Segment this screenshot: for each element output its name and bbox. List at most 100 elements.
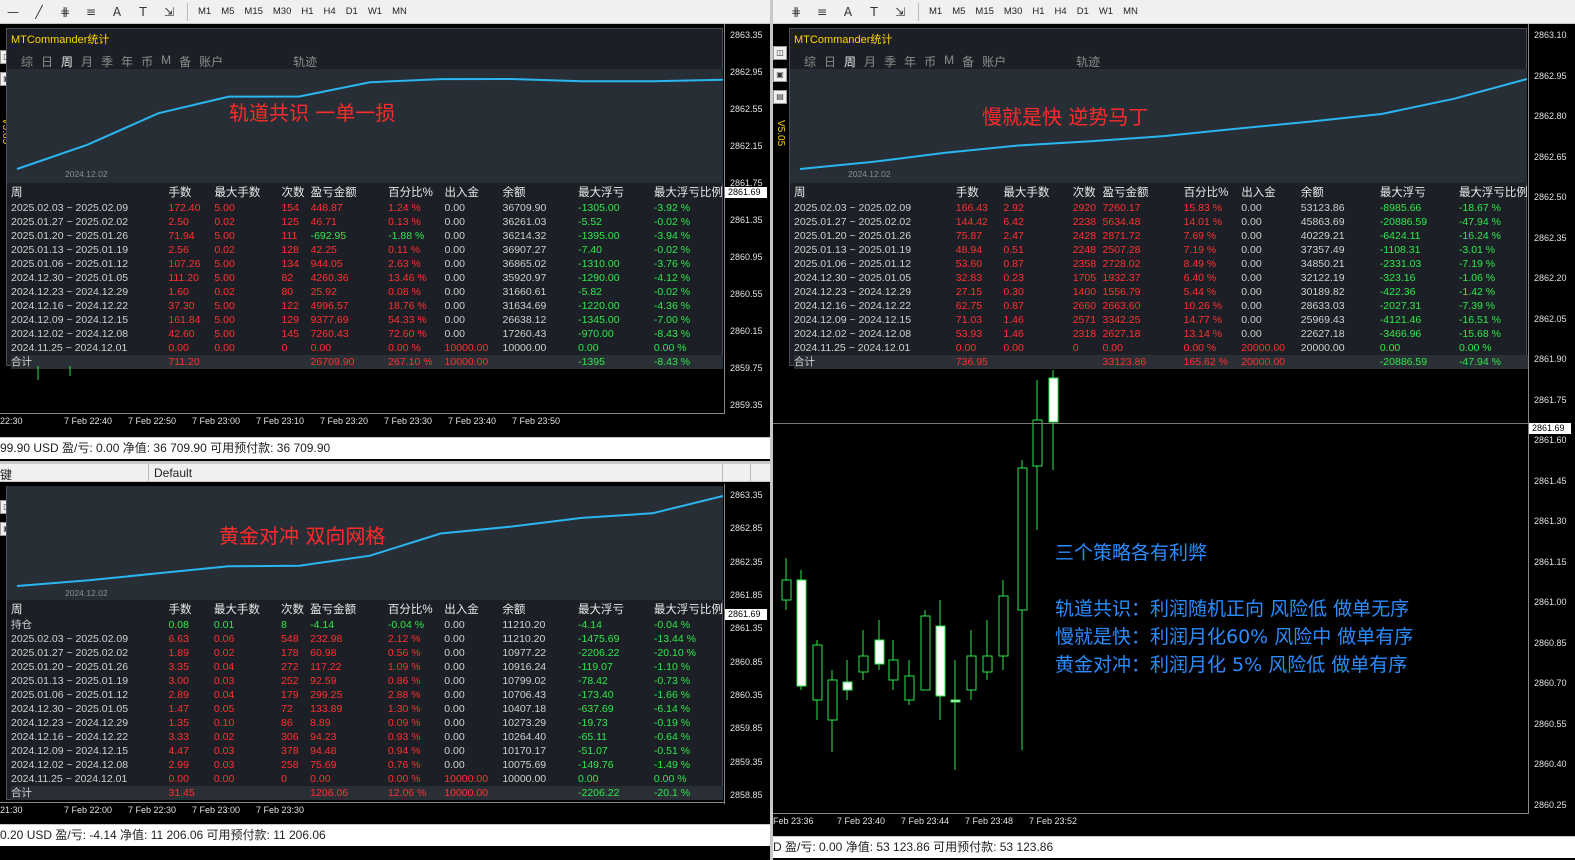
stats-row: 2025.01.06 ~ 2025.01.12 107.26 5.00 134 944.… <box>11 257 723 271</box>
timeframe-m30[interactable]: M30 <box>999 6 1027 17</box>
stats-cell: 36709.90 <box>502 202 547 214</box>
timeframe-h4[interactable]: H4 <box>319 6 341 17</box>
stats-cell: 25969.43 <box>1300 314 1345 326</box>
stats-cell: 13.46 % <box>388 272 427 284</box>
line-tool-icon[interactable]: — <box>2 2 24 22</box>
header-default[interactable]: Default <box>154 466 192 480</box>
stats-tab[interactable]: 账户 <box>199 53 223 70</box>
timeframe-m30[interactable]: M30 <box>268 6 296 17</box>
stats-cell: -51.07 <box>578 745 608 757</box>
stats-tab[interactable]: 币 <box>924 53 936 70</box>
stats-tab[interactable]: 币 <box>141 53 153 70</box>
stats-cell: 8.89 <box>310 717 331 729</box>
price-label: 2860.55 <box>1534 718 1567 729</box>
stats-tab[interactable]: 年 <box>121 53 133 70</box>
stats-cell: 25.92 <box>310 286 337 298</box>
stats-cell: 22627.18 <box>1300 328 1345 340</box>
side-tool-icon[interactable]: ▤ <box>773 90 787 104</box>
timeframe-mn[interactable]: MN <box>387 6 412 17</box>
fibonacci-icon[interactable]: ⋕ <box>785 2 807 22</box>
stats-cell: 82 <box>281 272 294 284</box>
fibonacci-icon[interactable]: ⋕ <box>54 2 76 22</box>
stats-tab[interactable]: 备 <box>179 53 191 70</box>
stats-table: 周 手数 最大手数 次数 盈亏金额 百分比% 出入金 余额 最大浮亏 最大浮亏比例 2025.02.… <box>11 185 723 369</box>
stats-tab[interactable]: 季 <box>884 53 896 70</box>
stats-cell: -4.12 % <box>653 272 691 284</box>
stats-cell: -18.67 % <box>1458 202 1501 214</box>
strategy-title: 慢就是快 逆势马丁 <box>982 105 1149 129</box>
note-line-martin: 慢就是快：利润月化60% 风险中 做单有序 <box>1055 626 1414 648</box>
timeframe-w1[interactable]: W1 <box>363 6 387 17</box>
stats-tab[interactable]: M <box>161 53 171 70</box>
stats-tab-track[interactable]: 轨迹 <box>1076 53 1100 70</box>
price-label: 2859.75 <box>730 363 763 373</box>
stats-cell: 0.00 <box>444 216 465 228</box>
timeframe-m1[interactable]: M1 <box>924 6 947 17</box>
stats-cell: -8.43 % <box>653 328 691 340</box>
channel-icon[interactable]: ≡ <box>80 2 102 22</box>
side-tool-icon[interactable]: ◫ <box>773 46 787 60</box>
stats-cell: 12.06 % <box>387 786 445 800</box>
stats-tab[interactable]: 综 <box>804 53 816 70</box>
text-tool-icon[interactable]: A <box>837 2 859 22</box>
column-header: 手数 <box>955 187 979 199</box>
shapes-icon[interactable]: ⇲ <box>158 2 180 22</box>
column-header: 最大浮亏比例 <box>653 604 723 616</box>
timeframe-m5[interactable]: M5 <box>216 6 239 17</box>
stats-cell: 0.04 <box>213 689 235 701</box>
stats-cell: -7.00 % <box>653 314 691 326</box>
stats-tab[interactable]: 日 <box>824 53 836 70</box>
stats-cell: -4121.46 <box>1379 314 1422 326</box>
stats-cell: 128 <box>281 244 299 256</box>
label-tool-icon[interactable]: T <box>863 2 885 22</box>
stats-cell: -7.40 <box>578 244 603 256</box>
strategy-title: 黄金对冲 双向网格 <box>219 524 386 548</box>
text-tool-icon[interactable]: A <box>106 2 128 22</box>
stats-tab-track[interactable]: 轨迹 <box>293 53 317 70</box>
shapes-icon[interactable]: ⇲ <box>889 2 911 22</box>
stats-cell: 10000.00 <box>502 342 547 354</box>
stats-cell: 72.60 % <box>388 328 427 340</box>
timeframe-w1[interactable]: W1 <box>1094 6 1118 17</box>
stats-tab[interactable]: M <box>944 53 954 70</box>
stats-tab[interactable]: 周 <box>61 53 73 70</box>
candle-body <box>920 615 931 691</box>
stats-tab[interactable]: 综 <box>21 53 33 70</box>
stats-cell: 165.62 % <box>1183 355 1242 369</box>
stats-tab[interactable]: 季 <box>101 53 113 70</box>
stats-tab[interactable]: 日 <box>41 53 53 70</box>
stats-row: 2024.12.16 ~ 2024.12.22 3.33 0.02 306 94.23 0… <box>11 730 723 744</box>
chart-pane-top-left: — ╱ ⋕ ≡ A T ⇲ M1 M5 M15 M30 H1 H4 D1 W1 … <box>0 0 770 462</box>
timeframe-m15[interactable]: M15 <box>239 6 267 17</box>
timeframe-d1[interactable]: D1 <box>1072 6 1094 17</box>
column-header: 最大手数 <box>214 187 261 199</box>
account-text: 99.90 USD 盈/亏: 0.00 净值: 36 709.90 可用预付款:… <box>0 441 331 455</box>
stats-tab[interactable]: 账户 <box>982 53 1006 70</box>
timeframe-h1[interactable]: H1 <box>296 6 318 17</box>
stats-tab[interactable]: 月 <box>81 53 93 70</box>
timeframe-m1[interactable]: M1 <box>193 6 216 17</box>
timeframe-h4[interactable]: H4 <box>1050 6 1072 17</box>
stats-tab[interactable]: 周 <box>844 53 856 70</box>
stats-cell: 1.30 % <box>387 703 421 715</box>
timeframe-m15[interactable]: M15 <box>970 6 998 17</box>
timeframe-m5[interactable]: M5 <box>947 6 970 17</box>
trendline-icon[interactable]: ╱ <box>28 2 50 22</box>
timeframe-h1[interactable]: H1 <box>1027 6 1049 17</box>
timeframe-mn[interactable]: MN <box>1118 6 1143 17</box>
stats-tab[interactable]: 备 <box>962 53 974 70</box>
side-tool-icon[interactable]: ▣ <box>773 68 787 82</box>
stats-table: 周 手数 最大手数 次数 盈亏金额 百分比% 出入金 余额 最大浮亏 最大浮亏比例 持仓 0.08 0.… <box>11 602 723 800</box>
stats-cell: 2428 <box>1072 230 1097 242</box>
stats-tab[interactable]: 月 <box>864 53 876 70</box>
label-tool-icon[interactable]: T <box>132 2 154 22</box>
channel-icon[interactable]: ≡ <box>811 2 833 22</box>
candle-body <box>842 681 853 691</box>
timeframe-d1[interactable]: D1 <box>341 6 363 17</box>
pane-splitter[interactable] <box>0 461 770 464</box>
current-price-tag: 2861.69 <box>1529 422 1571 434</box>
column-header: 次数 <box>281 604 305 616</box>
stats-cell: -15.68 % <box>1458 328 1501 340</box>
stats-tab[interactable]: 年 <box>904 53 916 70</box>
stats-cell: 4996.57 <box>310 300 349 312</box>
